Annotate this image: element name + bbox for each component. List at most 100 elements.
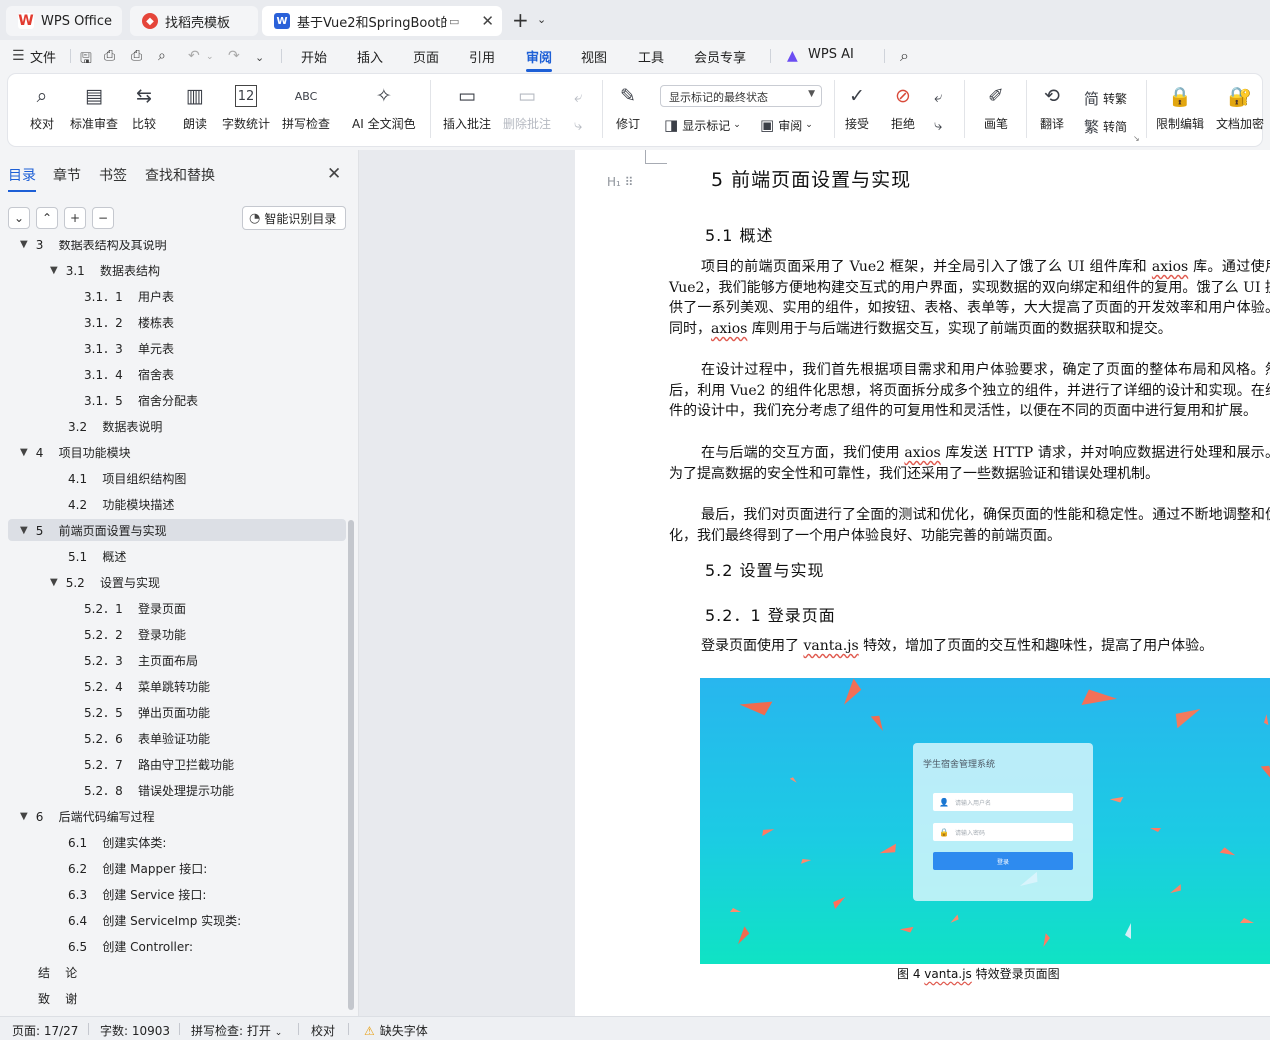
toc-item[interactable]: 3.1．1 用户表 [8,285,346,307]
menu-page[interactable]: 页面 [413,47,439,66]
new-tab-plus-icon[interactable]: + [512,10,529,30]
hamburger-menu-icon[interactable]: ☰ [12,48,25,64]
chevron-down-icon[interactable]: ⌄ [537,13,546,26]
toc-item[interactable]: 3.1．4 宿舍表 [8,363,346,385]
toc-item[interactable]: 4.1 项目组织结构图 [8,467,346,489]
wps-ai-icon[interactable]: ▲ [787,48,798,64]
menu-member[interactable]: 会员专享 [694,47,746,66]
toc-item[interactable]: 6.1 创建实体类: [8,831,346,853]
toc-item[interactable]: 5.2．7 路由守卫拦截功能 [8,753,346,775]
heading-5-2[interactable]: 5.2 设置与实现 [705,557,825,581]
expand-toggle-icon[interactable]: ▼ [50,577,58,588]
tab-document[interactable]: W 基于Vue2和SpringBoot的学生宿舍管理系统 ▭ ✕ [262,6,502,36]
toc-item[interactable]: 5.1 概述 [8,545,346,567]
figure-caption[interactable]: 图 4 vanta.js 特效登录页面图 [897,965,1060,982]
expand-toggle-icon[interactable]: ▼ [20,525,28,536]
close-icon[interactable]: ✕ [481,12,494,30]
nav-tab-chapters[interactable]: 章节 [53,165,81,185]
word-count-indicator[interactable]: 字数: 10903 [100,1022,170,1039]
paragraph[interactable]: 最后，我们对页面进行了全面的测试和优化，确保页面的性能和稳定性。通过不断地调整和… [669,505,1270,546]
save-icon[interactable]: 🖫 [80,48,92,72]
markup-state-select[interactable]: 显示标记的最终状态 ▼ [660,85,822,107]
toc-item[interactable]: 3.1．5 宿舍分配表 [8,389,346,411]
to-simplified-button[interactable]: 繁转简 [1084,116,1127,137]
toc-item[interactable]: ▼ 3 数据表结构及其说明 [8,240,346,255]
toc-item[interactable]: 致 谢 [8,987,346,1009]
search-icon[interactable]: ⌕ [900,46,909,66]
show-markup-button[interactable]: ◨ 显示标记 ⌄ [664,116,741,134]
next-change-icon[interactable]: ⤷ [934,116,946,134]
standard-review-button[interactable]: ▤ 标准审查 [70,82,118,132]
nav-scrollbar[interactable] [348,520,354,1010]
chevron-down-icon[interactable]: ⌄ [255,51,264,64]
move-up-button[interactable]: ⌃ [36,207,58,229]
toc-item[interactable]: 5.2．6 表单验证功能 [8,727,346,749]
toc-item[interactable]: 5.2．2 登录功能 [8,623,346,645]
menu-wps-ai[interactable]: WPS AI [808,47,854,62]
expand-toggle-icon[interactable]: ▼ [50,265,58,276]
nav-tab-find-replace[interactable]: 查找和替换 [145,165,215,185]
toc-item[interactable]: 结 论 [8,961,346,983]
menu-view[interactable]: 视图 [581,47,607,66]
proofread-button[interactable]: ⌕ 校对 [28,82,56,132]
toc-item[interactable]: 3.2 数据表说明 [8,415,346,437]
toc-item[interactable]: ▼ 6 后端代码编写过程 [8,805,346,827]
page-indicator[interactable]: 页面: 17/27 [12,1022,78,1039]
nav-tab-bookmarks[interactable]: 书签 [99,165,127,185]
previous-change-icon[interactable]: ⤶ [934,88,946,106]
login-page-screenshot[interactable]: 学生宿舍管理系统 👤 请输入用户名 🔒 请输入密码 登录 [700,678,1270,964]
heading-5-2-1[interactable]: 5.2．1 登录页面 [705,602,836,626]
paragraph[interactable]: 登录页面使用了 vanta.js 特效，增加了页面的交互性和趣味性，提高了用户体… [669,636,1270,657]
spell-check-indicator[interactable]: 拼写检查: 打开 ⌄ [191,1022,282,1039]
compare-button[interactable]: ⇆ 比较 [130,82,158,132]
close-icon[interactable]: ✕ [327,164,341,184]
redo-icon[interactable]: ↷ [228,48,240,64]
toc-item[interactable]: 5.2．3 主页面布局 [8,649,346,671]
paragraph[interactable]: 在与后端的交互方面，我们使用 axios 库发送 HTTP 请求，并对响应数据进… [669,443,1270,484]
translate-button[interactable]: ⟲ 翻译 [1038,82,1066,132]
tab-template[interactable]: ◆ 找稻壳模板 [130,6,258,36]
add-heading-button[interactable]: + [64,207,86,229]
menu-start[interactable]: 开始 [301,47,327,66]
to-traditional-button[interactable]: 简转繁 [1084,88,1127,109]
menu-review[interactable]: 审阅 [526,47,553,72]
spell-check-button[interactable]: ABC 拼写检查 [282,82,330,132]
next-comment-icon[interactable]: ⤷ [574,116,586,134]
toc-item[interactable]: ▼ 3.1 数据表结构 [8,259,346,281]
word-count-button[interactable]: 12 字数统计 [222,82,270,132]
heading-5[interactable]: 5 前端页面设置与实现 [711,165,911,192]
toc-item[interactable]: ▼ 4 项目功能模块 [8,441,346,463]
read-aloud-button[interactable]: ▥ 朗读 [181,82,209,132]
track-changes-button[interactable]: ✎ 修订 [614,82,642,132]
expand-toggle-icon[interactable]: ▼ [20,811,28,822]
toc-item[interactable]: 5.2．8 错误处理提示功能 [8,779,346,801]
toc-item[interactable]: 6.3 创建 Service 接口: [8,883,346,905]
accept-button[interactable]: ✓ 接受 [843,82,871,132]
insert-comment-button[interactable]: ▭ 插入批注 [443,82,491,132]
heading-drag-handle-icon[interactable]: H₁ ⠿ [607,175,633,189]
missing-font-indicator[interactable]: ⚠ 缺失字体 [364,1022,428,1039]
doc-encrypt-button[interactable]: 🔐 文档加密 [1216,82,1264,132]
expand-corner-icon[interactable]: ↘ [1133,134,1140,143]
reject-button[interactable]: ⊘ 拒绝 [889,82,917,132]
tab-wps-office[interactable]: W WPS Office [6,6,122,36]
menu-tools[interactable]: 工具 [638,47,664,66]
undo-dropdown-icon[interactable]: ⌄ [206,52,214,62]
delete-comment-button[interactable]: ▭ 删除批注 [503,82,551,132]
toc-item[interactable]: ▼ 5.2 设置与实现 [8,571,346,593]
menu-reference[interactable]: 引用 [469,47,495,66]
menu-insert[interactable]: 插入 [357,47,383,66]
toc-item[interactable]: 6.2 创建 Mapper 接口: [8,857,346,879]
expand-toggle-icon[interactable]: ▼ [20,240,28,250]
paragraph[interactable]: 项目的前端页面采用了 Vue2 框架，并全局引入了饿了么 UI 组件库和 axi… [669,257,1270,340]
collapse-all-button[interactable]: ⌄ [8,207,30,229]
paragraph[interactable]: 在设计过程中，我们首先根据项目需求和用户体验要求，确定了页面的整体布局和风格。然… [669,360,1270,422]
ai-polish-button[interactable]: ✧ AI 全文润色 [352,82,416,132]
smart-toc-button[interactable]: ◔ 智能识别目录 [242,206,346,230]
previous-comment-icon[interactable]: ⤶ [574,88,586,106]
toc-item[interactable]: 5.2．4 菜单跳转功能 [8,675,346,697]
toc-item[interactable]: ▼ 5 前端页面设置与实现 [8,519,346,541]
pen-button[interactable]: ✐ 画笔 [982,82,1010,132]
remove-heading-button[interactable]: − [92,207,114,229]
undo-icon[interactable]: ↶ [188,48,200,64]
